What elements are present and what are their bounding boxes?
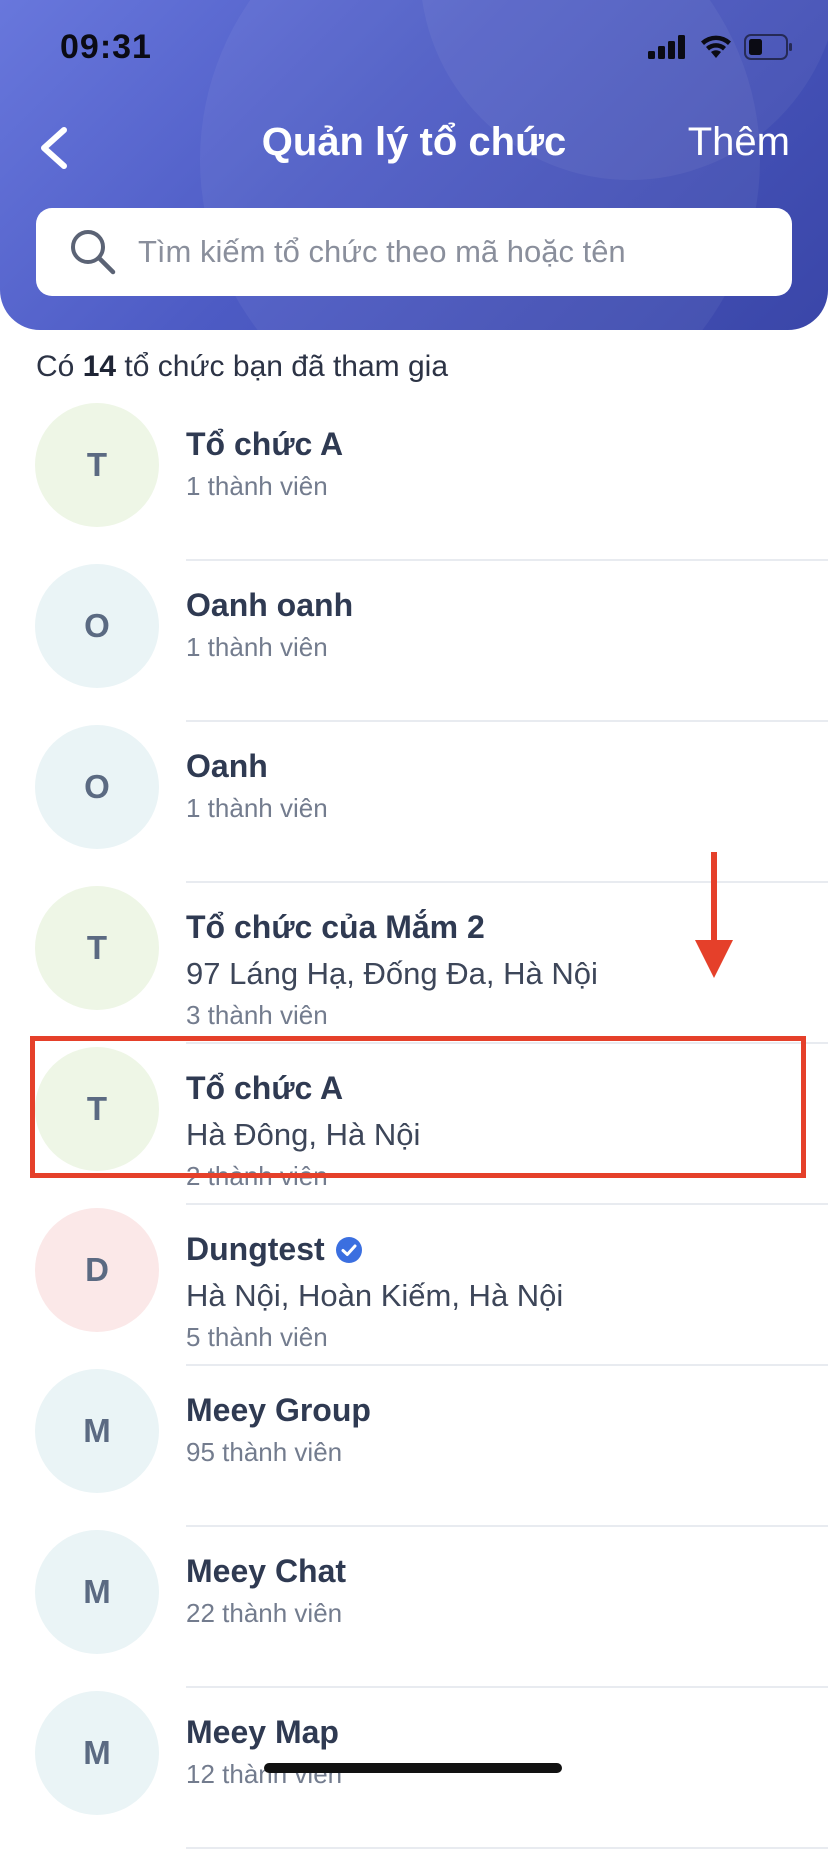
organization-member-count: 3 thành viên [186,1000,328,1030]
search-icon [71,230,116,275]
organization-address: Hà Nội, Hoàn Kiếm, Hà Nội [186,1278,564,1313]
cellular-signal-icon [648,35,685,59]
organization-avatar: T [35,1047,159,1171]
organization-name-row: Oanh oanh [186,587,808,624]
organization-name: Dungtest [186,1231,325,1267]
organization-name: Oanh oanh [186,587,354,623]
organization-member-count: 1 thành viên [186,471,328,501]
organization-info: Oanh oanh 1 thành viên [186,587,808,663]
organization-list-item[interactable]: M Meey Chat 22 thành viên [0,1527,828,1688]
organization-name-row: Meey Chat [186,1553,808,1590]
organization-info: Meey Map 12 thành viên [186,1714,808,1790]
organization-info: Dungtest Hà Nội, Hoàn Kiếm, Hà Nội 5 thành… [186,1231,808,1353]
battery-icon [744,34,792,60]
organization-list-item[interactable]: O Oanh oanh 1 thành viên [0,561,828,722]
organization-name: Tổ chức của Mắm 2 [186,909,485,945]
organization-avatar: M [35,1691,159,1815]
organization-list: T Tổ chức A 1 thành viên O Oanh oanh 1 thành … [0,400,828,1849]
organization-list-item[interactable]: T Tổ chức A 1 thành viên [0,400,828,561]
organization-avatar: M [35,1530,159,1654]
organization-member-count: 1 thành viên [186,632,328,662]
organization-name-row: Tổ chức A [186,1070,808,1107]
organization-avatar: T [35,886,159,1010]
organization-info: Tổ chức A 1 thành viên [186,426,808,502]
annotation-arrow-down-icon [695,852,733,978]
organization-info: Meey Group 95 thành viên [186,1392,808,1468]
organization-name-row: Meey Group [186,1392,808,1429]
organization-name-row: Dungtest [186,1231,808,1268]
wifi-icon [701,35,731,58]
organization-member-count: 5 thành viên [186,1322,328,1352]
organization-member-count: 22 thành viên [186,1598,343,1628]
add-button[interactable]: Thêm [688,120,790,165]
home-indicator[interactable] [264,1763,562,1773]
organization-name: Tổ chức A [186,426,344,462]
organization-name: Meey Map [186,1714,339,1750]
organization-name-row: Meey Map [186,1714,808,1751]
organization-name: Oanh [186,748,268,784]
organization-member-count: 95 thành viên [186,1437,343,1467]
organization-list-item[interactable]: T Tổ chức A Hà Đông, Hà Nội 2 thành viên [0,1044,828,1205]
organization-avatar: O [35,564,159,688]
organization-member-count: 2 thành viên [186,1161,328,1191]
organization-name-row: Oanh [186,748,808,785]
organization-name: Meey Group [186,1392,371,1428]
verified-badge-icon [335,1236,362,1263]
organization-address: Hà Đông, Hà Nội [186,1117,421,1152]
organization-avatar: M [35,1369,159,1493]
search-bar[interactable] [36,208,792,296]
organization-name-row: Tổ chức A [186,426,808,463]
organization-info: Oanh 1 thành viên [186,748,808,824]
organization-list-item[interactable]: M Meey Group 95 thành viên [0,1366,828,1527]
app-header: 09:31 Quản lý tổ chức Thêm [0,0,828,330]
organization-avatar: T [35,403,159,527]
organization-name: Meey Chat [186,1553,347,1589]
count-value: 14 [82,350,117,383]
organization-list-item[interactable]: D Dungtest Hà Nội, Hoàn Kiếm, Hà Nội 5 thàn… [0,1205,828,1366]
organization-count: Có 14 tổ chức bạn đã tham gia [36,350,448,384]
organization-avatar: D [35,1208,159,1332]
status-time: 09:31 [60,28,152,66]
organization-avatar: O [35,725,159,849]
organization-info: Tổ chức A Hà Đông, Hà Nội 2 thành viên [186,1070,808,1192]
status-icons [648,34,794,60]
count-prefix: Có [36,350,75,383]
organization-info: Meey Chat 22 thành viên [186,1553,808,1629]
organization-name: Tổ chức A [186,1070,344,1106]
count-suffix: tổ chức bạn đã tham gia [124,350,449,383]
organization-member-count: 1 thành viên [186,793,328,823]
search-input[interactable] [136,233,760,271]
